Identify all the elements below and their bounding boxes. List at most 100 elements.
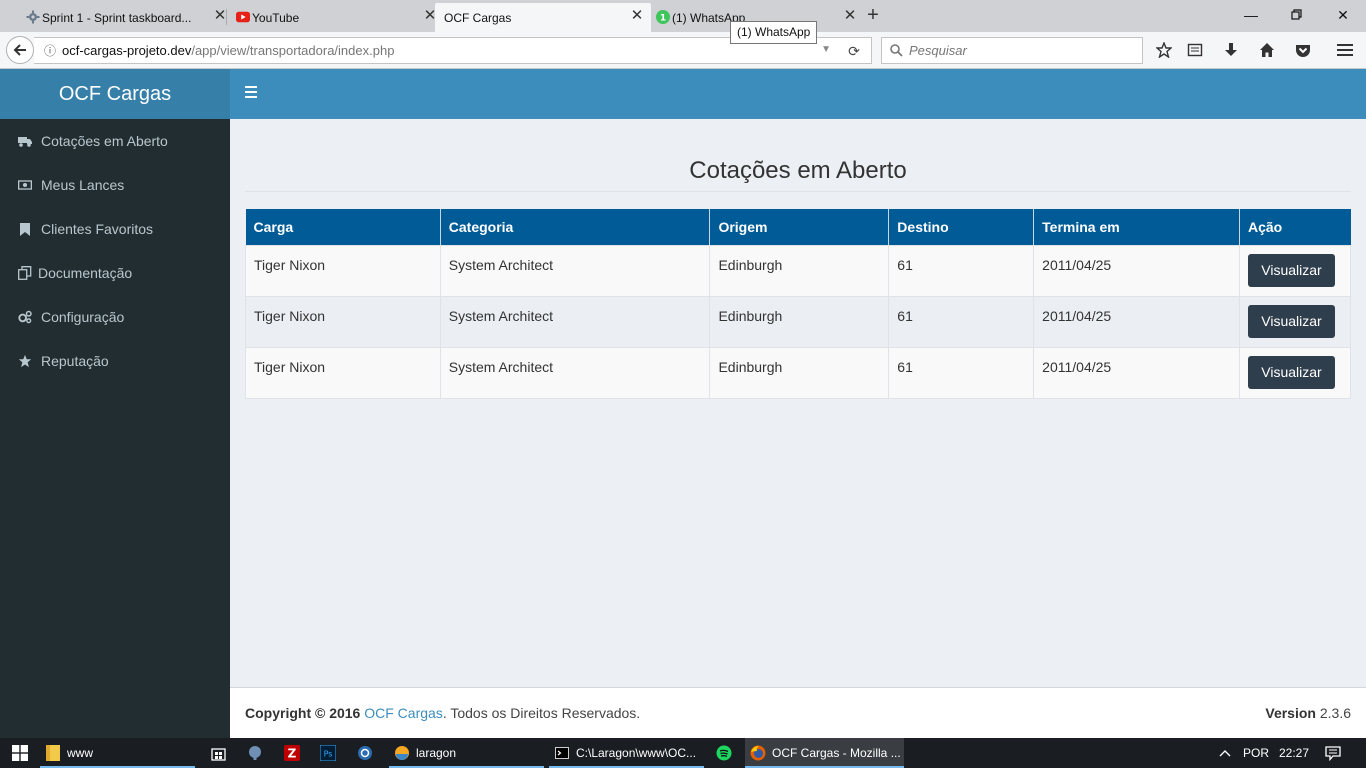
cell-origem: Edinburgh bbox=[709, 295, 890, 348]
table-row: Tiger Nixon System Architect Edinburgh 6… bbox=[245, 295, 1352, 348]
reading-list-icon[interactable] bbox=[1185, 40, 1205, 60]
sidebar-item-label: Documentação bbox=[38, 265, 133, 281]
windows-start-icon[interactable] bbox=[0, 738, 40, 768]
cell-acao: Visualizar bbox=[1238, 244, 1352, 297]
browser-tab-youtube[interactable]: YouTube ✕ bbox=[228, 3, 444, 32]
cell-origem: Edinburgh bbox=[709, 346, 890, 399]
home-icon[interactable] bbox=[1257, 40, 1277, 60]
notifications-icon[interactable] bbox=[1324, 738, 1342, 768]
firefox-icon bbox=[750, 745, 766, 761]
app-brand-logo[interactable]: OCF Cargas bbox=[0, 69, 230, 119]
cell-termina-em: 2011/04/25 bbox=[1033, 295, 1240, 348]
cotacoes-table: Carga Categoria Origem Destino Termina e… bbox=[245, 209, 1352, 399]
column-header-carga[interactable]: Carga bbox=[245, 209, 441, 246]
sidebar-item-label: Reputação bbox=[41, 353, 109, 369]
cogs-icon bbox=[18, 310, 32, 324]
svg-text:1: 1 bbox=[660, 14, 666, 24]
menu-hamburger-icon[interactable] bbox=[1335, 40, 1355, 60]
photoshop-icon[interactable]: Ps bbox=[317, 738, 339, 768]
page-title: Cotações em Aberto bbox=[689, 157, 907, 184]
clock[interactable]: 22:27 bbox=[1279, 738, 1309, 768]
info-icon[interactable]: ⓘ bbox=[38, 42, 62, 59]
download-icon[interactable] bbox=[1221, 40, 1241, 60]
taskbar-item-label: C:\Laragon\www\OC... bbox=[576, 746, 697, 760]
taskbar-item-label: OCF Cargas - Mozilla ... bbox=[772, 746, 901, 760]
column-header-categoria[interactable]: Categoria bbox=[439, 209, 710, 246]
taskbar-item-terminal[interactable]: C:\Laragon\www\OC... bbox=[549, 738, 704, 768]
search-icon bbox=[890, 44, 903, 57]
bookmark-star-icon[interactable] bbox=[1154, 40, 1174, 60]
taskbar-item-laragon[interactable]: laragon bbox=[389, 738, 544, 768]
minimize-icon[interactable]: — bbox=[1231, 4, 1271, 26]
postgresql-icon[interactable] bbox=[244, 738, 266, 768]
new-tab-plus-icon[interactable]: + bbox=[862, 4, 884, 26]
sidebar-toggle-icon[interactable] bbox=[242, 86, 260, 102]
cell-origem: Edinburgh bbox=[709, 244, 890, 297]
dropdown-arrow-icon[interactable]: ▼ bbox=[821, 44, 831, 55]
files-icon bbox=[18, 266, 32, 280]
main-content: Cotações em Aberto Carga Categoria Orige… bbox=[230, 119, 1366, 687]
app-header: OCF Cargas bbox=[0, 69, 1366, 119]
sidebar-item-cotacoes[interactable]: Cotações em Aberto bbox=[0, 119, 230, 163]
sidebar: Cotações em Aberto Meus Lances Clientes … bbox=[0, 119, 230, 738]
windows-taskbar: www Z Ps laragon C:\Laragon\www\OC... OC… bbox=[0, 738, 1366, 768]
spotify-icon[interactable] bbox=[713, 738, 735, 768]
close-icon[interactable]: ✕ bbox=[629, 8, 645, 24]
page-footer: Copyright © 2016 OCF Cargas. Todos os Di… bbox=[230, 687, 1366, 738]
terminal-icon bbox=[554, 745, 570, 761]
cell-carga: Tiger Nixon bbox=[245, 346, 441, 399]
browser-tab-ocf-cargas[interactable]: OCF Cargas ✕ bbox=[435, 3, 651, 32]
browser-tab-sprint[interactable]: Sprint 1 - Sprint taskboard... ✕ bbox=[18, 3, 234, 32]
url-text: ocf-cargas-projeto.dev/app/view/transpor… bbox=[62, 43, 395, 58]
sidebar-item-reputacao[interactable]: Reputação bbox=[0, 339, 230, 383]
cell-termina-em: 2011/04/25 bbox=[1033, 346, 1240, 399]
folder-icon bbox=[45, 745, 61, 761]
column-header-acao[interactable]: Ação bbox=[1238, 209, 1351, 246]
visualizar-button[interactable]: Visualizar bbox=[1247, 304, 1335, 338]
search-placeholder: Pesquisar bbox=[909, 43, 967, 58]
truck-icon bbox=[18, 134, 32, 148]
youtube-favicon-icon bbox=[236, 10, 250, 24]
svg-text:Ps: Ps bbox=[324, 750, 333, 759]
store-icon[interactable] bbox=[207, 738, 229, 768]
sidebar-item-clientes-favoritos[interactable]: Clientes Favoritos bbox=[0, 207, 230, 251]
sidebar-item-meus-lances[interactable]: Meus Lances bbox=[0, 163, 230, 207]
pocket-icon[interactable] bbox=[1293, 40, 1313, 60]
star-icon bbox=[18, 354, 32, 368]
tab-tooltip: (1) WhatsApp bbox=[730, 21, 818, 44]
whatsapp-favicon-icon: 1 bbox=[656, 10, 670, 24]
cell-acao: Visualizar bbox=[1238, 346, 1352, 399]
cell-destino: 61 bbox=[888, 295, 1035, 348]
visualizar-button[interactable]: Visualizar bbox=[1247, 253, 1335, 287]
footer-brand-link[interactable]: OCF Cargas bbox=[364, 705, 443, 721]
cell-termina-em: 2011/04/25 bbox=[1033, 244, 1240, 297]
window-close-icon[interactable]: ✕ bbox=[1323, 4, 1363, 26]
sidebar-item-documentacao[interactable]: Documentação bbox=[0, 251, 230, 295]
language-indicator[interactable]: POR bbox=[1243, 738, 1269, 768]
tray-chevron-up-icon[interactable] bbox=[1216, 738, 1234, 768]
back-arrow-icon[interactable] bbox=[6, 36, 34, 64]
laragon-icon bbox=[394, 745, 410, 761]
table-row: Tiger Nixon System Architect Edinburgh 6… bbox=[245, 346, 1352, 399]
filezilla-icon[interactable]: Z bbox=[281, 738, 303, 768]
sidebar-item-configuracao[interactable]: Configuração bbox=[0, 295, 230, 339]
column-header-destino[interactable]: Destino bbox=[888, 209, 1034, 246]
column-header-termina-em[interactable]: Termina em bbox=[1033, 209, 1240, 246]
taskbar-item-firefox[interactable]: OCF Cargas - Mozilla ... bbox=[745, 738, 904, 768]
cell-categoria: System Architect bbox=[439, 295, 711, 348]
cell-categoria: System Architect bbox=[439, 346, 711, 399]
column-header-origem[interactable]: Origem bbox=[709, 209, 889, 246]
restore-icon[interactable] bbox=[1277, 4, 1317, 26]
browser-tab-label: OCF Cargas bbox=[444, 10, 512, 25]
cell-carga: Tiger Nixon bbox=[245, 244, 441, 297]
footer-copyright: Copyright © 2016 OCF Cargas. Todos os Di… bbox=[245, 705, 641, 721]
cell-acao: Visualizar bbox=[1238, 295, 1352, 348]
close-icon[interactable]: ✕ bbox=[842, 8, 858, 24]
browser-nav-bar: ⓘ ocf-cargas-projeto.dev/app/view/transp… bbox=[0, 32, 1366, 69]
reload-icon[interactable]: ⟳ bbox=[845, 42, 863, 60]
sidebar-item-label: Configuração bbox=[41, 309, 125, 325]
visualizar-button[interactable]: Visualizar bbox=[1247, 355, 1335, 389]
taskbar-item-www[interactable]: www bbox=[40, 738, 195, 768]
sync-app-icon[interactable] bbox=[354, 738, 376, 768]
browser-search-input[interactable]: Pesquisar bbox=[881, 37, 1143, 64]
